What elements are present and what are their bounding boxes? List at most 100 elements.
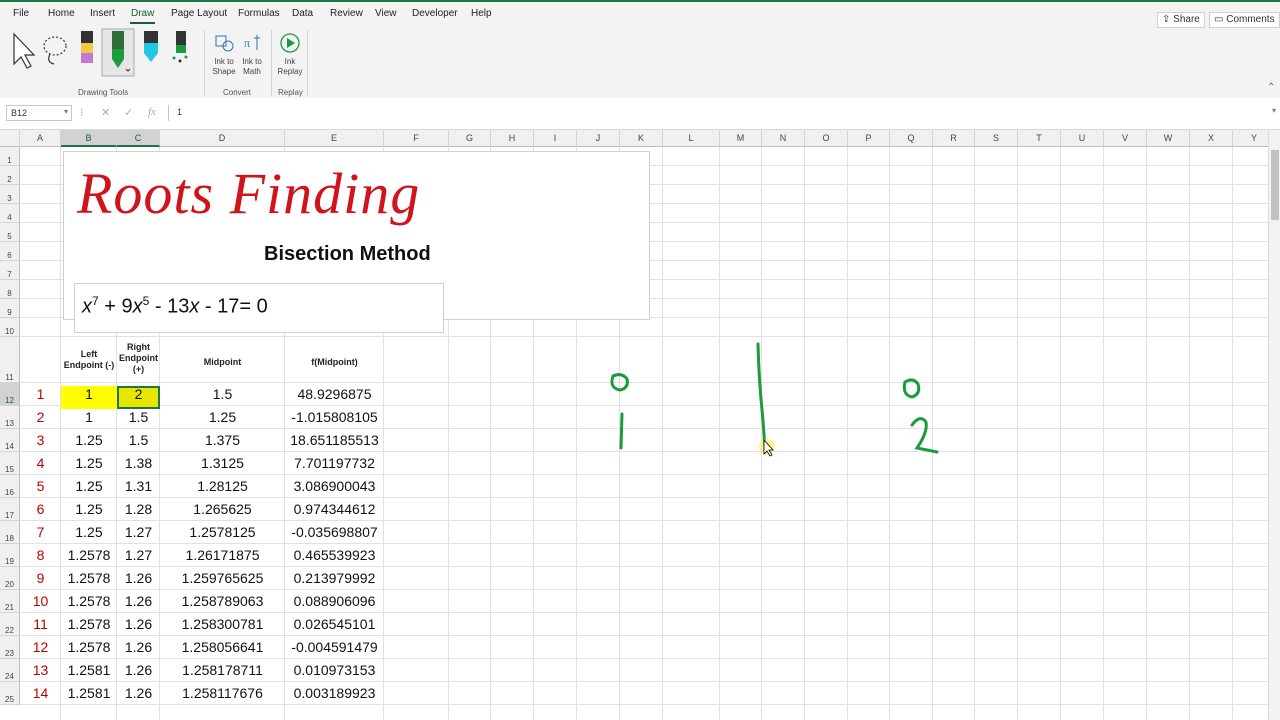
right-endpoint-cell[interactable]: 1.28 xyxy=(117,501,160,517)
midpoint-cell[interactable]: 1.25 xyxy=(160,409,285,425)
right-endpoint-cell[interactable]: 1.5 xyxy=(117,409,160,425)
row-header[interactable]: 8 xyxy=(0,280,20,299)
left-endpoint-cell[interactable]: 1 xyxy=(61,386,117,402)
column-header[interactable]: R xyxy=(933,130,975,147)
tab-data[interactable]: Data xyxy=(292,8,313,19)
right-endpoint-cell[interactable]: 2 xyxy=(117,386,160,402)
column-header[interactable]: F xyxy=(384,130,449,147)
column-header[interactable]: N xyxy=(762,130,805,147)
column-header[interactable]: U xyxy=(1061,130,1104,147)
column-header[interactable]: B xyxy=(61,130,117,147)
iteration-cell[interactable]: 12 xyxy=(20,639,61,655)
iteration-cell[interactable]: 9 xyxy=(20,570,61,586)
tab-draw[interactable]: Draw xyxy=(129,8,156,24)
ink-to-math-button[interactable]: π Ink to Math xyxy=(238,32,266,77)
row-header[interactable]: 5 xyxy=(0,223,20,242)
row-header[interactable]: 4 xyxy=(0,204,20,223)
right-endpoint-cell[interactable]: 1.26 xyxy=(117,616,160,632)
iteration-cell[interactable]: 8 xyxy=(20,547,61,563)
scrollbar-thumb[interactable] xyxy=(1271,150,1279,220)
column-header[interactable]: J xyxy=(577,130,620,147)
midpoint-cell[interactable]: 1.3125 xyxy=(160,455,285,471)
iteration-cell[interactable]: 6 xyxy=(20,501,61,517)
share-button[interactable]: ⇪ Share xyxy=(1157,12,1205,28)
vertical-scrollbar[interactable] xyxy=(1268,130,1280,720)
midpoint-cell[interactable]: 1.28125 xyxy=(160,478,285,494)
right-endpoint-cell[interactable]: 1.38 xyxy=(117,455,160,471)
row-header[interactable]: 20 xyxy=(0,567,20,590)
right-endpoint-cell[interactable]: 1.26 xyxy=(117,662,160,678)
midpoint-cell[interactable]: 1.258300781 xyxy=(160,616,285,632)
tab-page-layout[interactable]: Page Layout xyxy=(171,8,227,19)
column-header[interactable]: C xyxy=(117,130,160,147)
left-endpoint-cell[interactable]: 1.2581 xyxy=(61,662,117,678)
left-endpoint-cell[interactable]: 1.25 xyxy=(61,478,117,494)
equation-shape[interactable]: x7 + 9x5 - 13x - 17= 0 xyxy=(74,283,444,333)
midpoint-cell[interactable]: 1.258056641 xyxy=(160,639,285,655)
column-header[interactable]: V xyxy=(1104,130,1147,147)
tab-help[interactable]: Help xyxy=(471,8,492,19)
right-endpoint-cell[interactable]: 1.26 xyxy=(117,570,160,586)
expand-formula-bar-icon[interactable]: ▾ xyxy=(1272,106,1276,115)
row-header[interactable]: 23 xyxy=(0,636,20,659)
iteration-cell[interactable]: 1 xyxy=(20,386,61,402)
row-header[interactable]: 2 xyxy=(0,166,20,185)
left-endpoint-cell[interactable]: 1.25 xyxy=(61,432,117,448)
midpoint-cell[interactable]: 1.26171875 xyxy=(160,547,285,563)
iteration-cell[interactable]: 13 xyxy=(20,662,61,678)
f-midpoint-cell[interactable]: -0.035698807 xyxy=(285,524,384,540)
left-endpoint-cell[interactable]: 1 xyxy=(61,409,117,425)
tab-formulas[interactable]: Formulas xyxy=(238,8,280,19)
midpoint-cell[interactable]: 1.259765625 xyxy=(160,570,285,586)
enter-icon[interactable]: ✓ xyxy=(124,106,133,119)
midpoint-cell[interactable]: 1.375 xyxy=(160,432,285,448)
left-endpoint-cell[interactable]: 1.2578 xyxy=(61,639,117,655)
worksheet[interactable]: ABCDEFGHIJKLMNOPQRSTUVWXY 1 2 3 4 5 6 7 8 9 10 11 1… xyxy=(0,130,1268,720)
right-endpoint-cell[interactable]: 1.5 xyxy=(117,432,160,448)
right-endpoint-cell[interactable]: 1.26 xyxy=(117,593,160,609)
left-endpoint-cell[interactable]: 1.25 xyxy=(61,455,117,471)
column-header[interactable]: G xyxy=(449,130,491,147)
ink-replay-button[interactable]: Ink Replay xyxy=(276,32,304,77)
column-header[interactable]: K xyxy=(620,130,663,147)
left-endpoint-cell[interactable]: 1.2578 xyxy=(61,547,117,563)
row-header[interactable]: 11 xyxy=(0,337,20,383)
f-midpoint-cell[interactable]: 7.701197732 xyxy=(285,455,384,471)
left-endpoint-cell[interactable]: 1.2581 xyxy=(61,685,117,701)
column-header[interactable]: L xyxy=(663,130,720,147)
f-midpoint-cell[interactable]: 48.9296875 xyxy=(285,386,384,402)
right-endpoint-cell[interactable]: 1.26 xyxy=(117,685,160,701)
row-header[interactable]: 9 xyxy=(0,299,20,318)
row-header[interactable]: 25 xyxy=(0,682,20,705)
column-header[interactable]: Y xyxy=(1233,130,1268,147)
row-header[interactable]: 6 xyxy=(0,242,20,261)
f-midpoint-cell[interactable]: 0.010973153 xyxy=(285,662,384,678)
right-endpoint-cell[interactable]: 1.27 xyxy=(117,524,160,540)
row-header[interactable]: 19 xyxy=(0,544,20,567)
tab-insert[interactable]: Insert xyxy=(90,8,115,19)
midpoint-cell[interactable]: 1.258789063 xyxy=(160,593,285,609)
row-header[interactable]: 13 xyxy=(0,406,20,429)
row-header[interactable]: 7 xyxy=(0,261,20,280)
left-endpoint-cell[interactable]: 1.2578 xyxy=(61,570,117,586)
column-header[interactable]: O xyxy=(805,130,848,147)
f-midpoint-cell[interactable]: 0.465539923 xyxy=(285,547,384,563)
f-midpoint-cell[interactable]: 3.086900043 xyxy=(285,478,384,494)
column-header[interactable]: H xyxy=(491,130,534,147)
ink-to-shape-button[interactable]: Ink to Shape xyxy=(210,32,238,77)
column-header[interactable]: T xyxy=(1018,130,1061,147)
f-midpoint-cell[interactable]: 0.213979992 xyxy=(285,570,384,586)
tab-home[interactable]: Home xyxy=(48,8,75,19)
f-midpoint-cell[interactable]: 0.003189923 xyxy=(285,685,384,701)
f-midpoint-cell[interactable]: 0.026545101 xyxy=(285,616,384,632)
f-midpoint-cell[interactable]: 0.974344612 xyxy=(285,501,384,517)
glitter-pen-icon[interactable] xyxy=(172,31,188,63)
tab-review[interactable]: Review xyxy=(330,8,363,19)
column-header[interactable]: I xyxy=(534,130,577,147)
column-header[interactable]: A xyxy=(20,130,61,147)
midpoint-cell[interactable]: 1.258117676 xyxy=(160,685,285,701)
column-header[interactable]: W xyxy=(1147,130,1190,147)
collapse-ribbon-icon[interactable]: ⌃ xyxy=(1267,82,1275,93)
midpoint-cell[interactable]: 1.2578125 xyxy=(160,524,285,540)
column-header[interactable]: X xyxy=(1190,130,1233,147)
